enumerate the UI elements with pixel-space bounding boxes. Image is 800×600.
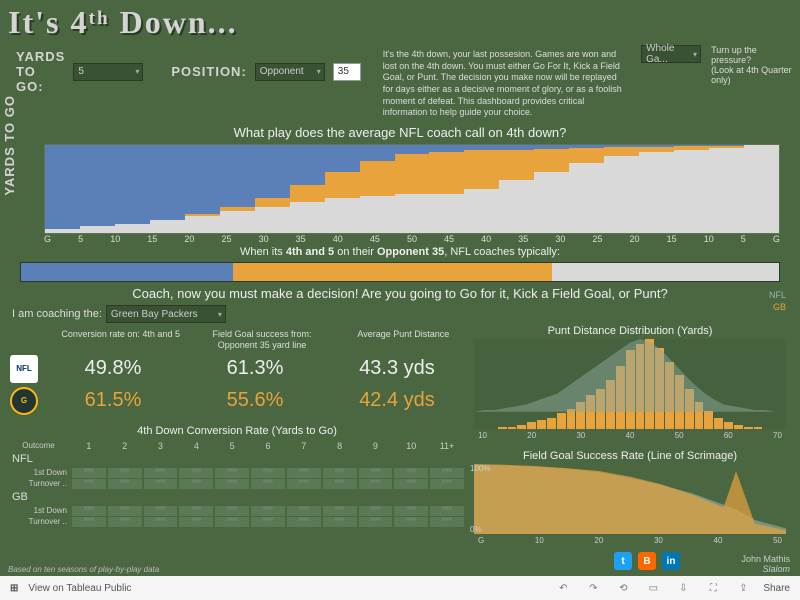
blogger-icon[interactable]: B xyxy=(638,552,656,570)
pressure-hint: Turn up the pressure? (Look at 4th Quart… xyxy=(711,45,792,85)
nfl-conv: 49.8% xyxy=(46,357,180,380)
punt-chart[interactable] xyxy=(474,339,786,429)
gb-fg: 55.6% xyxy=(188,389,322,412)
section1-title: What play does the average NFL coach cal… xyxy=(0,123,800,142)
punt-chart-title: Punt Distance Distribution (Yards) xyxy=(472,325,788,337)
download-icon[interactable]: ⇩ xyxy=(673,580,693,596)
view-link[interactable]: View on Tableau Public xyxy=(28,583,131,594)
nfl-fg: 61.3% xyxy=(188,357,322,380)
linkedin-icon[interactable]: in xyxy=(662,552,680,570)
stat-fg-head: Field Goal success from: Opponent 35 yar… xyxy=(201,329,322,351)
legend-gb: GB xyxy=(773,302,786,312)
footnote: Based on ten seasons of play-by-play dat… xyxy=(8,565,159,574)
undo-icon[interactable]: ↶ xyxy=(553,580,573,596)
punt-xaxis: 10203040506070 xyxy=(470,431,790,440)
page-title: It's 4ᵗʰ Down... xyxy=(0,0,800,45)
gb-punt: 42.4 yds xyxy=(330,389,464,412)
gb-conv: 61.5% xyxy=(46,389,180,412)
fg-chart[interactable]: 100%0% xyxy=(474,464,786,534)
stat-punt-head: Average Punt Distance xyxy=(343,329,464,340)
credit: John Mathis Slalom xyxy=(741,554,790,574)
stacked-xaxis: G510152025303540455045403530252015105G xyxy=(44,234,780,244)
tableau-footer: ⊞ View on Tableau Public ↶ ↷ ⟲ ▭ ⇩ ⛶ ⇪ S… xyxy=(0,576,800,600)
position-side-select[interactable]: Opponent xyxy=(255,63,325,81)
share-icon[interactable]: ⇪ xyxy=(733,580,753,596)
fullscreen-icon[interactable]: ⛶ xyxy=(703,580,723,596)
position-label: POSITION: xyxy=(171,64,246,79)
summary-text: When its 4th and 5 on their Opponent 35,… xyxy=(2,246,798,258)
gb-logo-icon: G xyxy=(10,387,38,415)
conv-table[interactable]: Outcome1234567891011+NFL1st Down########… xyxy=(10,441,464,527)
coaching-label: I am coaching the: xyxy=(12,308,102,320)
stat-conv-head: Conversion rate on: 4th and 5 xyxy=(60,329,181,340)
yards-select[interactable]: 5 xyxy=(73,63,143,81)
stacked-field-chart[interactable] xyxy=(44,144,780,234)
intro-text: It's the 4th down, your last possesion. … xyxy=(379,45,631,123)
nfl-logo-icon: NFL xyxy=(10,355,38,383)
presentation-icon[interactable]: ▭ xyxy=(643,580,663,596)
share-label[interactable]: Share xyxy=(763,583,790,594)
tableau-logo-icon: ⊞ xyxy=(10,583,18,594)
yaxis-label: YARDS TO GO xyxy=(2,95,17,196)
yards-label: YARDS TO GO: xyxy=(16,49,65,94)
summary-bar-chart[interactable] xyxy=(20,262,780,282)
nfl-punt: 43.3 yds xyxy=(330,357,464,380)
legend-nfl: NFL xyxy=(769,290,786,300)
twitter-icon[interactable]: t xyxy=(614,552,632,570)
position-yard-input[interactable] xyxy=(333,63,361,81)
fg-chart-title: Field Goal Success Rate (Line of Scrimag… xyxy=(472,450,788,462)
social-icons: t B in xyxy=(614,552,680,570)
time-select[interactable]: Whole Ga... xyxy=(641,45,701,63)
reset-icon[interactable]: ⟲ xyxy=(613,580,633,596)
decision-text: Coach, now you must make a decision! Are… xyxy=(8,286,792,301)
team-select[interactable]: Green Bay Packers xyxy=(106,305,226,323)
conv-table-title: 4th Down Conversion Rate (Yards to Go) xyxy=(10,425,464,437)
fg-xaxis: G1020304050 xyxy=(470,536,790,545)
redo-icon[interactable]: ↷ xyxy=(583,580,603,596)
